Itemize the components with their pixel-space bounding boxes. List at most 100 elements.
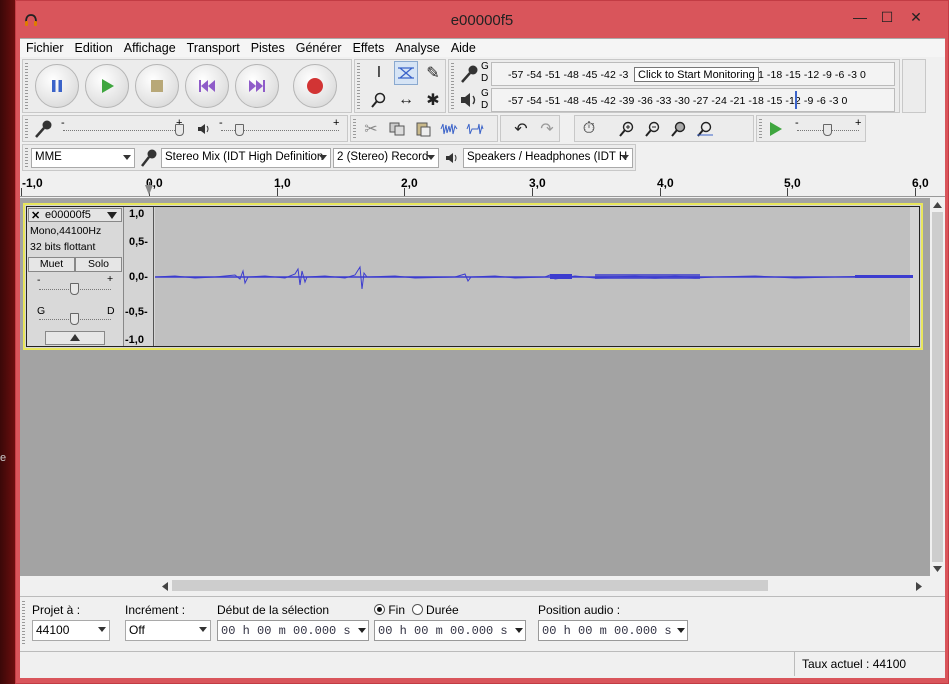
record-meter[interactable]: -57 -54 -51 -48 -45 -42 -3 21 -18 -15 -1…	[491, 62, 895, 86]
toolbar-grip[interactable]	[25, 119, 28, 138]
track-close-button[interactable]: ✕	[31, 209, 40, 222]
track-panel[interactable]: ✕ e00000f5 Mono,44100Hz 32 bits flottant…	[20, 198, 930, 576]
minimize-button[interactable]: —	[846, 7, 874, 27]
close-button[interactable]: ✕	[902, 7, 930, 27]
track-pan-thumb[interactable]	[70, 313, 79, 325]
input-volume-slider[interactable]	[63, 130, 183, 131]
speaker-icon[interactable]	[459, 90, 481, 110]
trim-audio-icon[interactable]	[437, 117, 461, 141]
title-bar[interactable]: e00000f5 — ☐ ✕	[16, 1, 948, 38]
scroll-left-icon[interactable]	[162, 582, 168, 591]
fit-project-icon[interactable]	[693, 117, 717, 141]
record-icon	[307, 78, 323, 94]
selection-end-time[interactable]: 00 h 00 m 00.000 s	[374, 620, 526, 641]
scroll-up-icon[interactable]	[933, 202, 942, 208]
cut-icon[interactable]: ✂	[359, 117, 383, 141]
horizontal-scroll-thumb[interactable]	[172, 580, 768, 591]
input-volume-thumb[interactable]	[175, 124, 184, 136]
track-sample-format: 32 bits flottant	[30, 241, 96, 253]
toolbar-grip[interactable]	[25, 63, 28, 109]
amplitude-label: -0,5-	[125, 306, 148, 318]
skip-to-end-button[interactable]	[235, 64, 279, 108]
selection-tool-icon[interactable]: I	[367, 61, 391, 85]
play-meter-left-label: G	[481, 88, 489, 99]
undo-icon[interactable]: ↶	[509, 117, 533, 141]
zoom-in-icon[interactable]	[615, 117, 639, 141]
playback-speed-thumb[interactable]	[823, 124, 832, 136]
recording-device-select[interactable]: Stereo Mix (IDT High Definition	[161, 148, 331, 168]
menu-effets[interactable]: Effets	[347, 39, 390, 55]
track-gain-thumb[interactable]	[70, 283, 79, 295]
timeline-ruler[interactable]: -1,0 0,0 1,0 2,0 3,0 4,0 5,0 6,0	[20, 173, 945, 197]
playhead-marker-icon[interactable]	[145, 185, 153, 195]
selection-start-time[interactable]: 00 h 00 m 00.000 s	[217, 620, 369, 641]
collapse-track-button[interactable]	[45, 331, 105, 345]
record-button[interactable]	[293, 64, 337, 108]
vertical-scroll-thumb[interactable]	[932, 212, 943, 562]
sync-lock-icon[interactable]: ⏱	[577, 117, 601, 141]
redo-icon[interactable]: ↷	[535, 117, 559, 141]
zoom-tool-icon[interactable]	[367, 88, 391, 112]
waveform-area[interactable]	[154, 207, 914, 346]
toolbar-grip[interactable]	[357, 63, 360, 109]
track-name[interactable]: e00000f5	[45, 209, 91, 221]
horizontal-scrollbar[interactable]	[160, 578, 930, 593]
length-radio-label[interactable]: Durée	[426, 603, 459, 617]
pause-button[interactable]	[35, 64, 79, 108]
play-button[interactable]	[85, 64, 129, 108]
menu-pistes[interactable]: Pistes	[245, 39, 290, 55]
paste-icon[interactable]	[411, 117, 435, 141]
recording-channels-select[interactable]: 2 (Stereo) Record	[333, 148, 439, 168]
track-menu-chevron-icon[interactable]	[107, 212, 117, 219]
toolbar-grip[interactable]	[22, 601, 25, 645]
scroll-right-icon[interactable]	[916, 582, 922, 591]
track-control-panel[interactable]: ✕ e00000f5 Mono,44100Hz 32 bits flottant…	[27, 207, 124, 346]
scroll-down-icon[interactable]	[933, 566, 942, 572]
meter-toolbar: G D -57 -54 -51 -48 -45 -42 -3 21 -18 -1…	[448, 59, 900, 113]
audio-host-select[interactable]: MME	[31, 148, 135, 168]
menu-edition[interactable]: Edition	[69, 39, 118, 55]
silence-audio-icon[interactable]	[463, 117, 487, 141]
toolbar-grip[interactable]	[353, 119, 356, 138]
vertical-scrollbar[interactable]	[930, 198, 945, 576]
maximize-button[interactable]: ☐	[873, 7, 901, 27]
time-shift-tool-icon[interactable]: ↔	[394, 88, 418, 112]
copy-icon[interactable]	[385, 117, 409, 141]
zoom-out-icon[interactable]	[641, 117, 665, 141]
menu-affichage[interactable]: Affichage	[118, 39, 181, 55]
envelope-tool-icon[interactable]	[394, 61, 418, 85]
fit-selection-icon[interactable]	[667, 117, 691, 141]
output-volume-thumb[interactable]	[235, 124, 244, 136]
toolbar-grip[interactable]	[451, 63, 454, 109]
toolbar-grip[interactable]	[759, 119, 762, 138]
pan-right: D	[107, 305, 115, 317]
microphone-icon[interactable]	[459, 64, 481, 84]
playback-device-select[interactable]: Speakers / Headphones (IDT H	[463, 148, 633, 168]
draw-tool-icon[interactable]: ✎	[421, 61, 445, 85]
menu-aide[interactable]: Aide	[445, 39, 481, 55]
snap-to-label: Incrément :	[125, 603, 186, 617]
menu-fichier[interactable]: Fichier	[20, 39, 69, 55]
audio-track[interactable]: ✕ e00000f5 Mono,44100Hz 32 bits flottant…	[23, 203, 923, 350]
end-radio[interactable]	[374, 604, 385, 615]
toolbar-grip[interactable]	[25, 148, 28, 167]
length-radio[interactable]	[411, 604, 423, 615]
multi-tool-icon[interactable]: ✱	[421, 88, 445, 112]
stop-button[interactable]	[135, 64, 179, 108]
end-radio-label[interactable]: Fin	[388, 603, 405, 617]
menu-analyse[interactable]: Analyse	[389, 39, 444, 55]
mute-button[interactable]: Muet	[28, 257, 75, 272]
snap-to-select[interactable]: Off	[125, 620, 211, 641]
audio-track-inner: ✕ e00000f5 Mono,44100Hz 32 bits flottant…	[26, 206, 920, 347]
selection-toolbar: Projet à : 44100 Incrément : Off Début d…	[20, 596, 945, 649]
audio-position-time[interactable]: 00 h 00 m 00.000 s	[538, 620, 688, 641]
track-name-bar[interactable]: ✕ e00000f5	[28, 208, 122, 222]
project-rate-select[interactable]: 44100	[32, 620, 110, 641]
solo-button[interactable]: Solo	[75, 257, 122, 272]
edit-toolbar: ✂	[350, 115, 498, 142]
playback-meter[interactable]: -57 -54 -51 -48 -45 -42 -39 -36 -33 -30 …	[491, 88, 895, 112]
play-at-speed-button[interactable]	[763, 117, 787, 141]
menu-generer[interactable]: Générer	[290, 39, 347, 55]
skip-to-start-button[interactable]	[185, 64, 229, 108]
menu-transport[interactable]: Transport	[181, 39, 245, 55]
